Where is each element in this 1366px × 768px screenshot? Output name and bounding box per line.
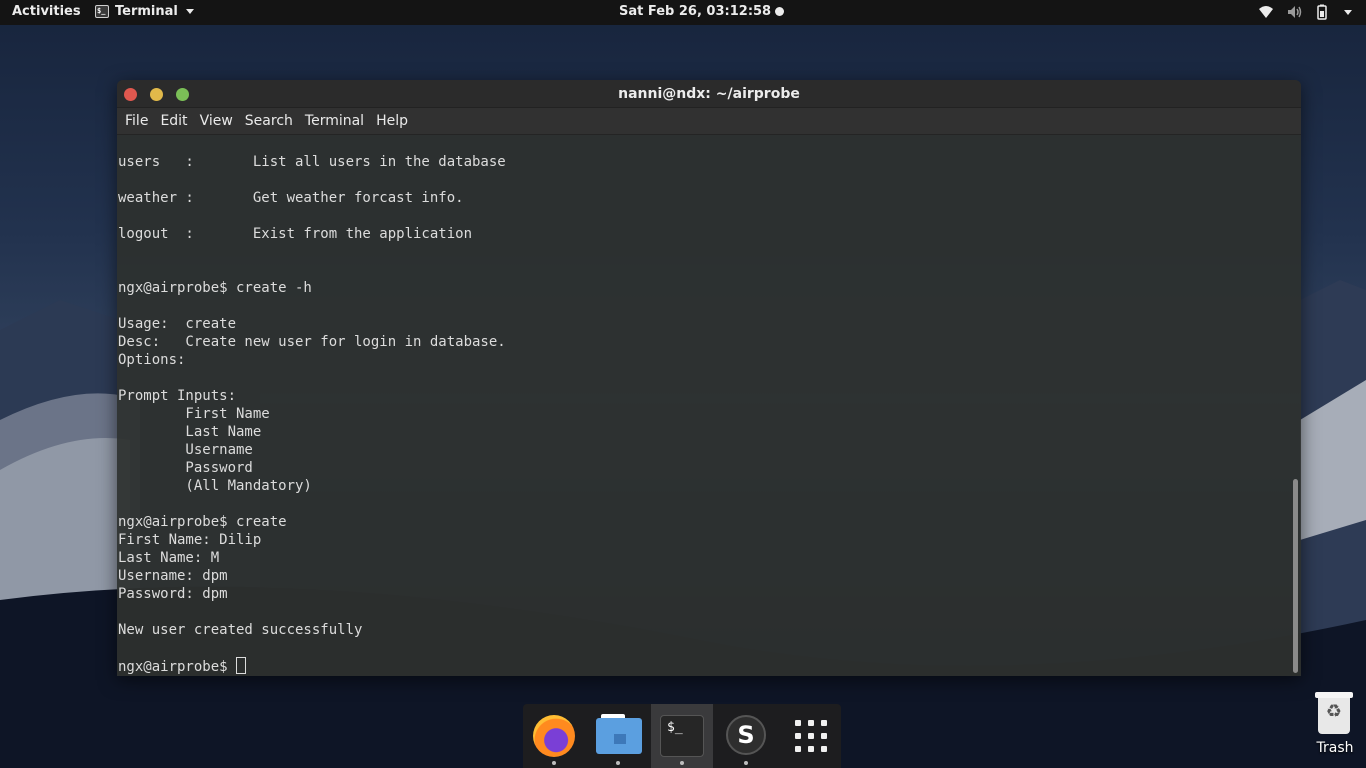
- running-indicator: [616, 761, 620, 765]
- app-menu[interactable]: $_ Terminal: [95, 4, 194, 19]
- terminal-line: Last Name: M: [118, 550, 220, 566]
- battery-icon: [1317, 4, 1327, 20]
- menu-search[interactable]: Search: [245, 113, 301, 129]
- recycle-icon: ♻: [1325, 701, 1343, 722]
- prompt-text: ngx@airprobe$: [118, 659, 237, 675]
- home-icon: [614, 734, 626, 744]
- terminal-output[interactable]: users : List all users in the database we…: [118, 135, 1288, 676]
- terminal-line: ngx@airprobe$ create -h: [118, 280, 312, 296]
- terminal-prompt-line[interactable]: ngx@airprobe$: [118, 657, 1288, 675]
- terminal-line: Password: dpm: [118, 586, 228, 602]
- files-icon: [596, 718, 642, 754]
- running-indicator: [680, 761, 684, 765]
- menu-edit[interactable]: Edit: [160, 113, 195, 129]
- terminal-line: Password: [118, 460, 253, 476]
- terminal-icon: $_: [660, 715, 704, 757]
- window-title: nanni@ndx: ~/airprobe: [618, 86, 800, 102]
- terminal-line: New user created successfully: [118, 622, 363, 638]
- trash-lid: [1315, 692, 1353, 698]
- terminal-line: Username: dpm: [118, 568, 228, 584]
- terminal-line: Desc: Create new user for login in datab…: [118, 334, 506, 350]
- terminal-line: Prompt Inputs:: [118, 388, 237, 404]
- running-indicator: [744, 761, 748, 765]
- menu-bar: File Edit View Search Terminal Help: [117, 108, 1301, 135]
- chevron-down-icon: [185, 9, 194, 14]
- dock-item-app-grid[interactable]: [779, 704, 841, 768]
- terminal-line: weather : Get weather forcast info.: [118, 190, 464, 206]
- scrollbar-thumb[interactable]: [1293, 479, 1298, 673]
- dock-item-firefox[interactable]: [523, 704, 585, 768]
- terminal-line: Last Name: [118, 424, 262, 440]
- menu-file[interactable]: File: [125, 113, 156, 129]
- chevron-down-icon: [1344, 9, 1352, 15]
- terminal-line: logout : Exist from the application: [118, 226, 473, 242]
- terminal-line: Usage: create: [118, 316, 237, 332]
- terminal-line: First Name: [118, 406, 270, 422]
- dock: $_ S: [523, 704, 841, 768]
- app-menu-label: Terminal: [115, 4, 178, 19]
- clock-text: Sat Feb 26, 03:12:58: [619, 4, 772, 19]
- notification-dot-icon: [775, 7, 785, 16]
- top-bar: Activities $_ Terminal Sat Feb 26, 03:12…: [0, 0, 1366, 25]
- terminal-line: Options:: [118, 352, 186, 368]
- activities-button[interactable]: Activities: [12, 4, 81, 19]
- terminal-line: ngx@airprobe$ create: [118, 514, 287, 530]
- trash-label: Trash: [1316, 740, 1354, 756]
- app-grid-icon: [795, 720, 827, 752]
- terminal-line: users : List all users in the database: [118, 154, 506, 170]
- menu-view[interactable]: View: [200, 113, 241, 129]
- text-cursor: [236, 657, 247, 674]
- system-tray[interactable]: [1258, 4, 1352, 20]
- title-bar[interactable]: nanni@ndx: ~/airprobe: [117, 80, 1301, 108]
- terminal-window[interactable]: nanni@ndx: ~/airprobe File Edit View Sea…: [117, 80, 1301, 676]
- volume-icon: [1288, 6, 1302, 18]
- dock-item-files[interactable]: [587, 704, 649, 768]
- trash-desktop-icon[interactable]: ♻ Trash: [1306, 692, 1364, 762]
- terminal-line: (All Mandatory): [118, 478, 312, 494]
- menu-terminal[interactable]: Terminal: [305, 113, 372, 129]
- terminal-app-icon: $_: [95, 5, 109, 18]
- terminal-line: First Name: Dilip: [118, 532, 262, 548]
- scrollbar[interactable]: [1292, 135, 1300, 676]
- dock-item-s-app[interactable]: S: [715, 704, 777, 768]
- firefox-icon: [533, 715, 575, 757]
- s-app-icon: S: [726, 715, 766, 755]
- dock-item-terminal[interactable]: $_: [651, 704, 713, 768]
- clock[interactable]: Sat Feb 26, 03:12:58: [619, 4, 785, 19]
- wifi-icon: [1259, 6, 1273, 18]
- menu-help[interactable]: Help: [376, 113, 416, 129]
- running-indicator: [552, 761, 556, 765]
- terminal-line: Username: [118, 442, 253, 458]
